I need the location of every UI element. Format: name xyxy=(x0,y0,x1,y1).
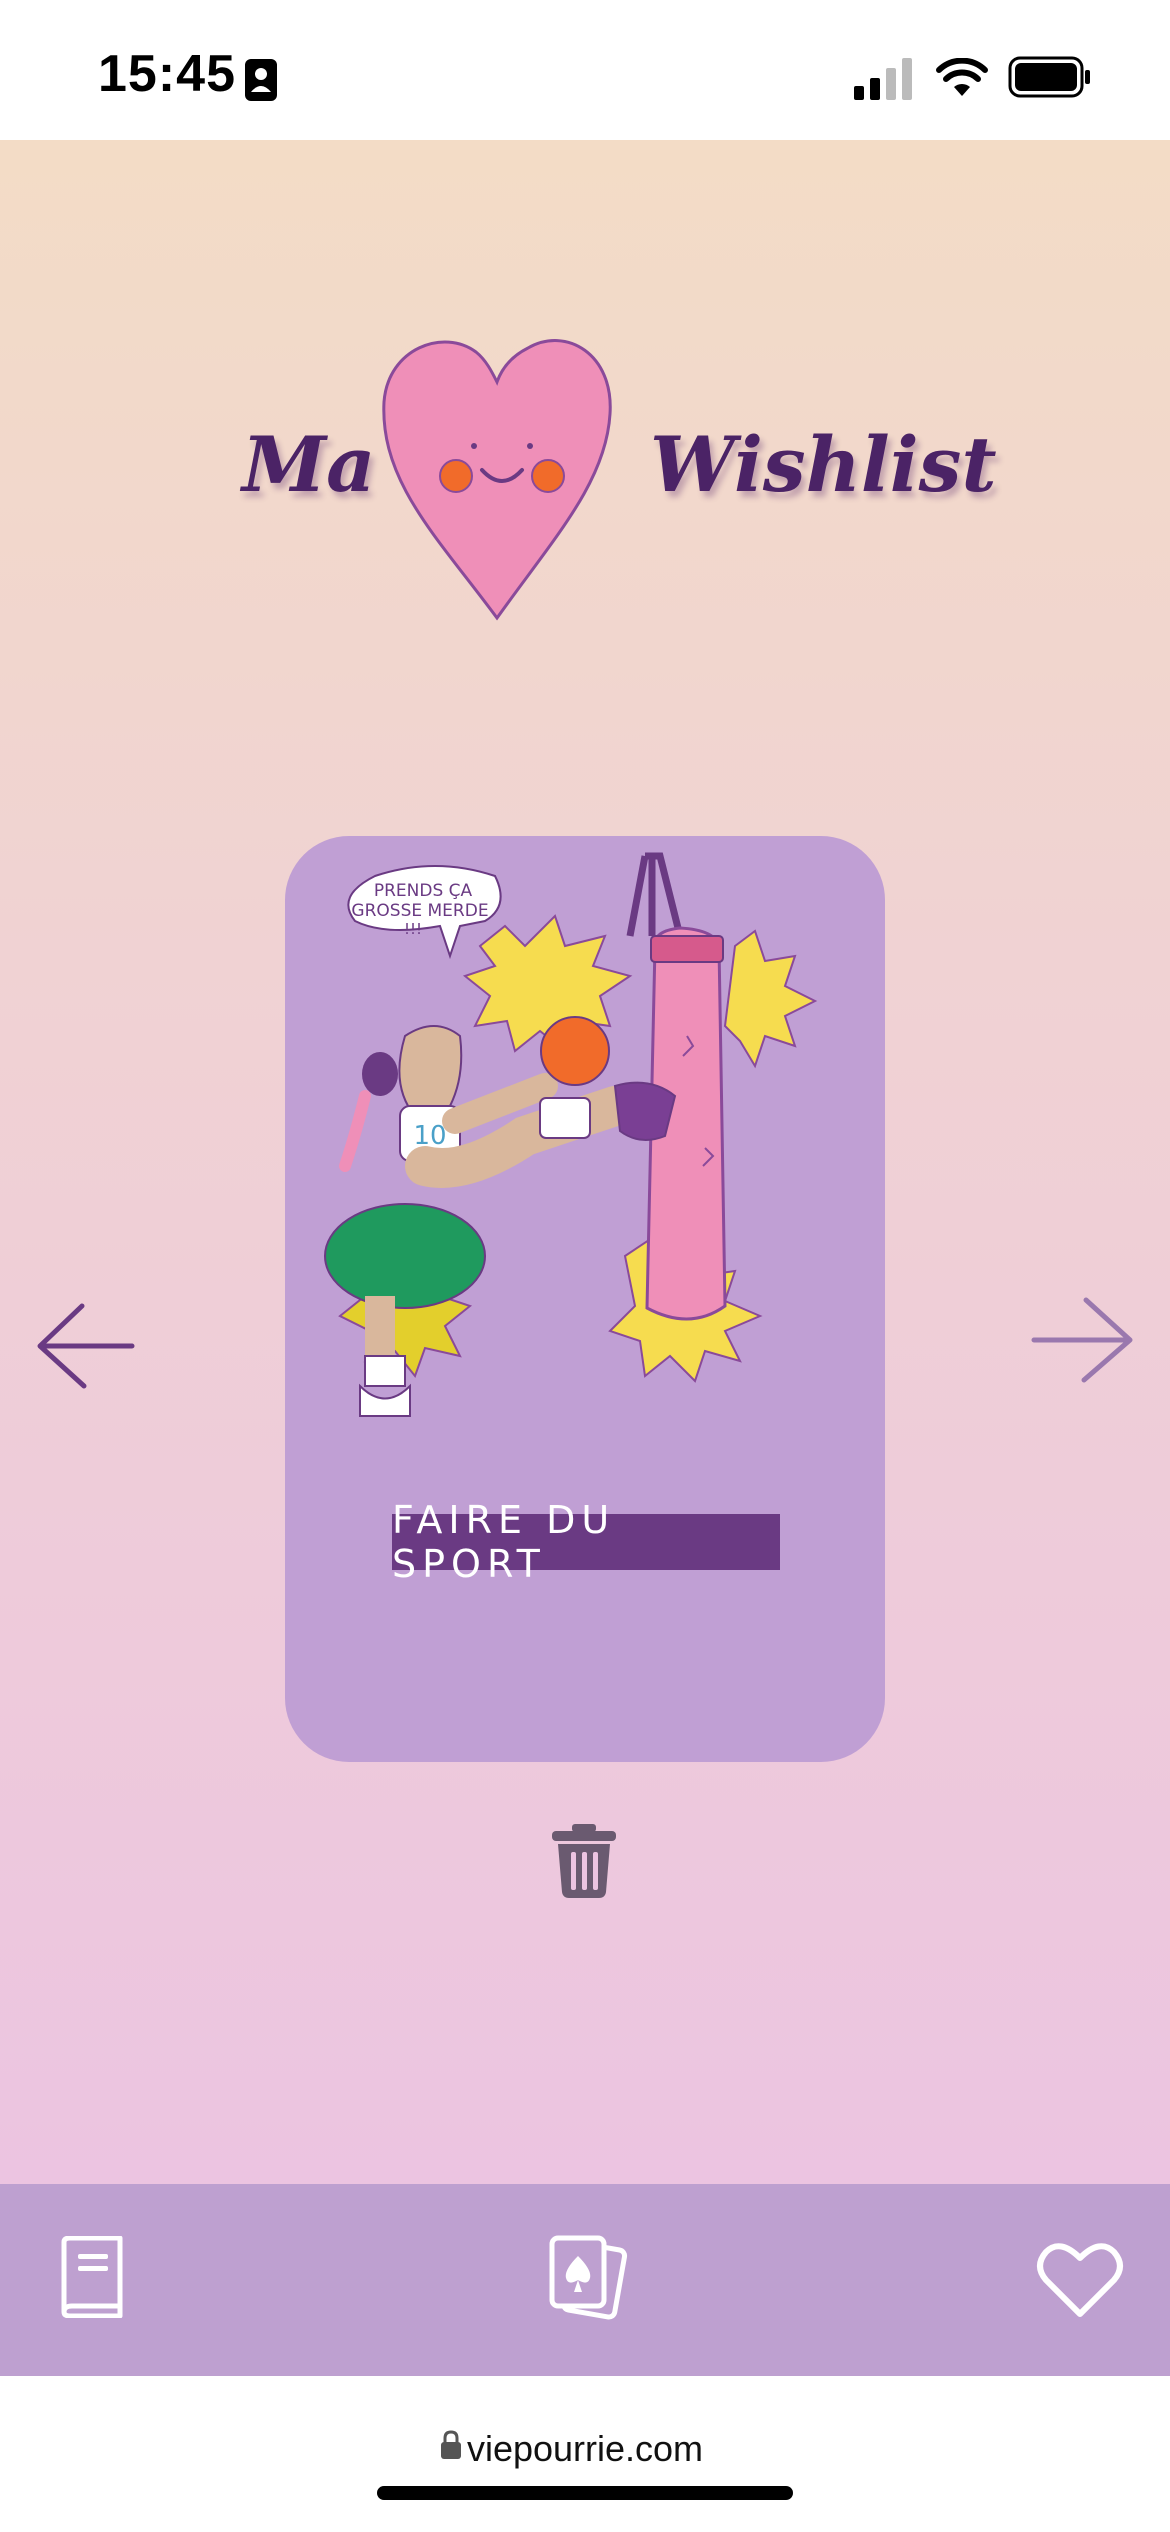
heart-icon[interactable] xyxy=(1036,2240,1124,2320)
browser-url-bar[interactable]: viepourrie.com xyxy=(0,2376,1170,2532)
trash-icon[interactable] xyxy=(550,1822,618,1900)
next-arrow-icon[interactable] xyxy=(1030,1294,1134,1384)
previous-arrow-icon[interactable] xyxy=(36,1300,136,1390)
smiling-heart-icon xyxy=(382,339,612,621)
wifi-icon xyxy=(936,58,988,96)
battery-icon xyxy=(1008,56,1090,98)
cards-icon[interactable] xyxy=(544,2234,630,2320)
signal-icon xyxy=(854,58,912,100)
status-bar: 15:45 xyxy=(0,0,1170,140)
home-indicator[interactable] xyxy=(377,2486,793,2500)
speech-line-1: PRENDS ÇA xyxy=(374,881,473,901)
speech-line-3: !!! xyxy=(404,920,422,938)
jersey-number: 10 xyxy=(413,1121,446,1151)
card-label: FAIRE DU SPORT xyxy=(392,1498,780,1586)
contact-card-icon xyxy=(245,59,277,101)
speech-line-2: GROSSE MERDE xyxy=(351,901,488,921)
url-text[interactable]: viepourrie.com xyxy=(0,2428,1170,2470)
boxing-illustration: PRENDS ÇA GROSSE MERDE !!! 10 xyxy=(324,852,818,1417)
title-wishlist: Wishlist xyxy=(650,420,997,509)
title-ma: Ma xyxy=(242,420,376,509)
status-time: 15:45 xyxy=(98,45,236,103)
book-icon[interactable] xyxy=(56,2236,126,2318)
bottom-tab-bar xyxy=(0,2184,1170,2376)
